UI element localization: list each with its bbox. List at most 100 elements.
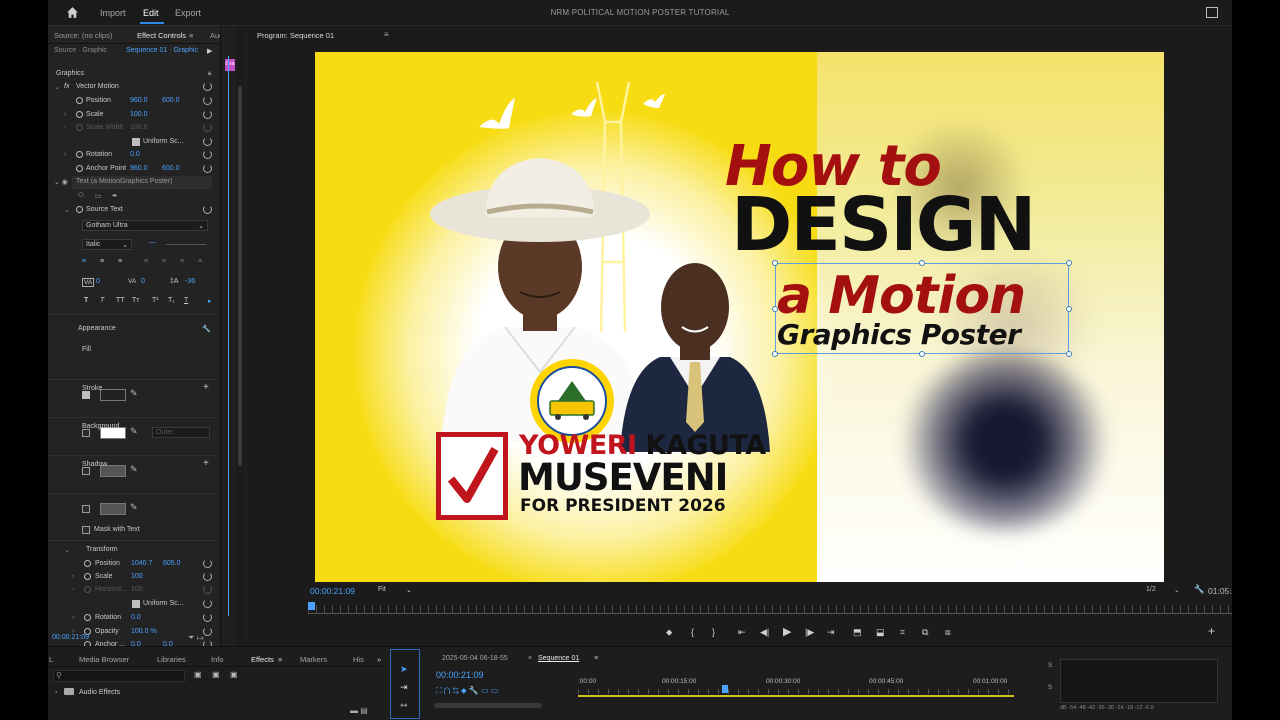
timeline-playhead[interactable]: [722, 685, 728, 693]
comparison-icon[interactable]: ⧈: [945, 627, 951, 638]
tab-libraries[interactable]: Libraries: [157, 655, 186, 664]
transform-handle[interactable]: [919, 260, 925, 266]
extract-icon[interactable]: ⬓: [876, 627, 885, 638]
transform-header[interactable]: ⌄ Transform: [48, 544, 216, 557]
tab-sequence-clip[interactable]: 2025-05-04 06-18-55: [442, 655, 508, 662]
text-style-row[interactable]: T T TT Tт T¹ T₁ T ▸: [48, 295, 216, 308]
mark-out-icon[interactable]: }: [712, 627, 715, 637]
ripple-edit-tool-icon[interactable]: ⇿: [400, 700, 408, 711]
mini-playhead[interactable]: [228, 56, 229, 616]
program-playhead-timecode[interactable]: 00:00:21:09: [310, 586, 355, 596]
visibility-eye-icon[interactable]: ⌄ ◉: [54, 178, 68, 186]
uniform-scale-row[interactable]: Uniform Sc...: [48, 136, 216, 149]
program-playhead[interactable]: [308, 602, 315, 610]
timeline-zoom-scrollbar[interactable]: [434, 703, 542, 708]
transform-handle[interactable]: [772, 351, 778, 357]
accelerated-effects-icon[interactable]: ▣: [194, 670, 202, 679]
shadow-eyedropper-icon[interactable]: ✎: [130, 502, 138, 513]
program-menu-icon[interactable]: ≡: [384, 30, 389, 39]
tab-history[interactable]: His: [353, 655, 364, 664]
text-layer-row[interactable]: Text (a MotionGraphics Poster): [72, 176, 212, 189]
mark-in-icon[interactable]: {: [691, 627, 694, 637]
transform-handle[interactable]: [1066, 306, 1072, 312]
font-size-slider[interactable]: —: [149, 239, 156, 246]
font-dropdown[interactable]: Gotham Ultra ⌄: [82, 220, 208, 231]
font-style-dropdown[interactable]: Italic ⌄: [82, 239, 132, 250]
position-row[interactable]: Position 960.0 600.0: [48, 95, 216, 108]
zoom-fit-dropdown[interactable]: Fit ⌄: [378, 586, 416, 597]
resolution-chevron-icon[interactable]: ⌄: [1174, 586, 1180, 594]
scale-row[interactable]: › Scale 100.0: [48, 109, 216, 122]
effects-menu-icon[interactable]: ≡: [278, 655, 282, 664]
play-icon[interactable]: ▶: [783, 625, 791, 638]
transform-handle[interactable]: [1066, 260, 1072, 266]
settings-wrench-icon[interactable]: 🔧: [1194, 584, 1205, 595]
source-graphic-label[interactable]: Source · Graphic: [54, 47, 107, 54]
new-bin-icon[interactable]: ▬ ▤: [350, 706, 368, 715]
vector-motion-row[interactable]: ⌄ fx Vector Motion: [48, 81, 216, 94]
audio-effects-folder[interactable]: Audio Effects: [79, 689, 120, 696]
filter-icon[interactable]: ⏷ ↦: [188, 633, 204, 643]
rotation-row[interactable]: › Rotation 0.0: [48, 149, 216, 162]
effect-controls-scrollbar[interactable]: [236, 26, 244, 646]
solo-icon[interactable]: S: [1048, 663, 1052, 669]
lift-icon[interactable]: ⬒: [853, 627, 862, 638]
text-selection-box[interactable]: [775, 263, 1069, 354]
export-frame-icon[interactable]: ⌗: [900, 627, 905, 638]
anchor-point-row[interactable]: Anchor Point 960.0 600.0: [48, 163, 216, 176]
program-tab[interactable]: Program: Sequence 01: [257, 31, 334, 40]
source-text-row[interactable]: ⌄ Source Text: [48, 204, 216, 217]
transform-handle[interactable]: [772, 306, 778, 312]
effect-mini-timeline[interactable]: Gra: [220, 26, 236, 646]
tab-effect-controls[interactable]: Effect Controls: [137, 31, 186, 40]
sequence-graphic-label[interactable]: Sequence 01 · Graphic: [126, 47, 198, 54]
font-size-track[interactable]: [166, 244, 206, 245]
tab-media-browser[interactable]: Media Browser: [79, 655, 129, 664]
timeline-timecode[interactable]: 00:00:21:09: [436, 670, 484, 680]
step-forward-icon[interactable]: |▶: [805, 627, 814, 638]
t-scale-row[interactable]: › Scale 100: [48, 571, 216, 584]
button-editor-plus-icon[interactable]: +: [1208, 624, 1215, 638]
transform-handle[interactable]: [919, 351, 925, 357]
effect-controls-timecode[interactable]: 00:00:21:09: [52, 634, 89, 641]
transform-handle[interactable]: [1066, 351, 1072, 357]
step-back-icon[interactable]: ◀|: [760, 627, 769, 638]
resolution-dropdown[interactable]: 1/2: [1146, 586, 1156, 593]
program-time-ruler[interactable]: [308, 605, 1232, 613]
shadow-checkbox[interactable]: [82, 505, 90, 513]
timeline-ruler[interactable]: [578, 689, 1014, 694]
sequence-menu-icon[interactable]: ≡: [594, 655, 598, 662]
tab-info[interactable]: Info: [211, 655, 224, 664]
effects-search-input[interactable]: ⚲: [53, 670, 185, 682]
transform-handle[interactable]: [772, 260, 778, 266]
panel-menu-icon[interactable]: ≡: [189, 31, 193, 40]
t-rotation-row[interactable]: › Rotation 0.0: [48, 612, 216, 625]
spacing-row[interactable]: VA 0 VA 0 ‡A -36: [48, 276, 216, 289]
add-marker-icon[interactable]: ⬥: [666, 627, 672, 638]
t-uniform-row[interactable]: Uniform Sc...: [48, 598, 216, 611]
quick-export-icon[interactable]: [1206, 7, 1218, 18]
track-select-tool-icon[interactable]: ⇥: [400, 682, 408, 693]
close-tab-icon[interactable]: ×: [528, 655, 532, 662]
t-position-row[interactable]: Position 1040.7 605.0: [48, 558, 216, 571]
32-bit-effects-icon[interactable]: ▣: [212, 670, 220, 679]
go-to-in-icon[interactable]: ⇤: [738, 627, 746, 638]
tab-source[interactable]: Source: (no clips): [54, 31, 112, 40]
more-tabs-icon[interactable]: »: [377, 655, 381, 664]
tab-sequence-01[interactable]: Sequence 01: [538, 655, 579, 662]
shadow-color-swatch[interactable]: [100, 503, 126, 515]
go-to-out-icon[interactable]: ⇥: [827, 627, 835, 638]
tab-markers[interactable]: Markers: [300, 655, 327, 664]
solo-icon[interactable]: S: [1048, 685, 1052, 691]
audio-effects-chevron-icon[interactable]: ›: [55, 689, 57, 696]
yuv-effects-icon[interactable]: ▣: [230, 670, 238, 679]
compare-view-icon[interactable]: ⧉: [922, 627, 928, 638]
selection-tool-icon[interactable]: ➤: [400, 664, 408, 675]
work-area-bar[interactable]: [578, 695, 1014, 697]
tab-l[interactable]: L: [49, 655, 53, 664]
mask-tools-row[interactable]: ⬭ ▭ ✒: [48, 190, 216, 203]
headline-design[interactable]: DESIGN: [731, 182, 1036, 268]
poster-frame[interactable]: YOWERI KAGUTA MUSEVENI FOR PRESIDENT 202…: [315, 52, 1164, 582]
play-clip-icon[interactable]: ▶: [207, 47, 212, 55]
alignment-row[interactable]: ≡ ≡ ≡ ≡ ≡ ≡ ≡: [48, 256, 216, 269]
